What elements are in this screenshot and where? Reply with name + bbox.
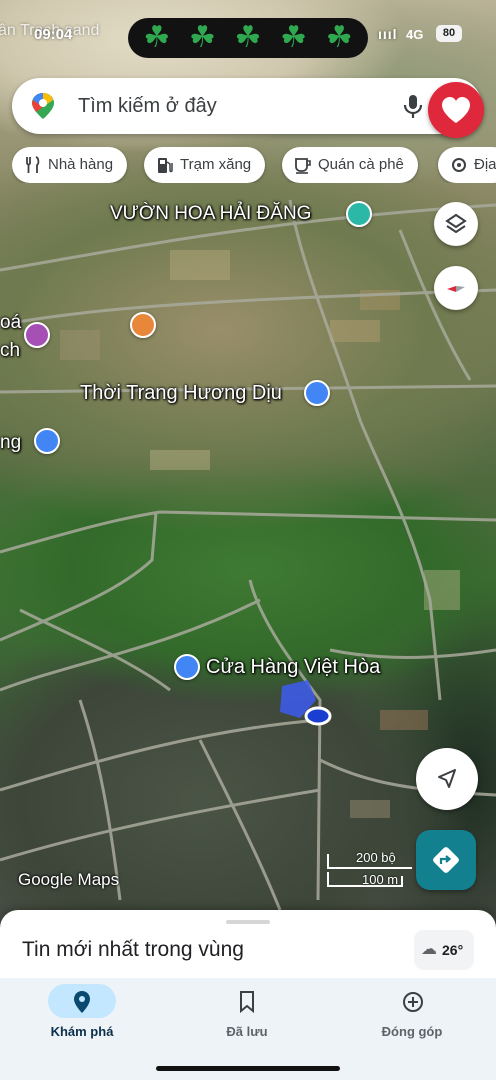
map-label-fashion-shop[interactable]: Thời Trang Hương Dịu xyxy=(80,382,282,405)
clover-sticker: ☘ ☘ ☘ ☘ ☘ xyxy=(128,18,368,58)
directions-icon xyxy=(433,847,459,873)
clover-icon: ☘ xyxy=(188,21,216,54)
layers-icon xyxy=(445,213,467,234)
flower-icon[interactable] xyxy=(346,201,372,227)
chip-label: Nhà hàng xyxy=(48,156,114,173)
nav-explore[interactable]: Khám phá xyxy=(12,978,152,1058)
microphone-icon[interactable] xyxy=(400,92,426,120)
bookmark-icon xyxy=(240,991,254,1014)
my-location-button[interactable] xyxy=(416,748,478,810)
nav-label: Đã lưu xyxy=(226,1024,268,1039)
temperature: 26° xyxy=(442,942,464,958)
weather-chip[interactable]: ☁ 26° xyxy=(414,930,474,970)
sheet-drag-handle[interactable] xyxy=(226,920,270,924)
coffee-cup-icon xyxy=(295,158,311,174)
chip-restaurants[interactable]: Nhà hàng xyxy=(12,147,128,183)
fork-knife-icon xyxy=(26,156,40,173)
clover-icon: ☘ xyxy=(234,21,262,54)
google-maps-watermark: Google Maps xyxy=(18,870,120,889)
clover-icon: ☘ xyxy=(143,21,171,54)
shop-pin-icon[interactable] xyxy=(24,322,50,348)
attraction-icon xyxy=(452,158,466,172)
clover-icon: ☘ xyxy=(280,21,308,54)
chip-label: Trạm xăng xyxy=(180,156,252,173)
network-type: 4G xyxy=(406,27,424,42)
chip-label: Quán cà phê xyxy=(318,156,404,173)
nav-saved[interactable]: Đã lưu xyxy=(177,978,317,1058)
search-bar[interactable]: Tìm kiếm ở đây xyxy=(12,78,482,134)
directions-button[interactable] xyxy=(416,830,476,890)
layers-button[interactable] xyxy=(434,202,478,246)
battery-icon: 80 xyxy=(436,25,462,42)
scale-bar: 200 bộ 100 m xyxy=(326,850,416,890)
shopping-bag-icon[interactable] xyxy=(304,380,330,406)
sheet-title: Tin mới nhất trong vùng xyxy=(22,938,244,961)
nav-contribute[interactable]: Đóng góp xyxy=(342,978,482,1058)
scale-imperial: 200 bộ xyxy=(356,850,396,865)
map-label-garden[interactable]: VƯỜN HOA HẢI ĐĂNG xyxy=(110,203,311,225)
signal-icon: ıııl xyxy=(378,26,398,42)
status-bar: ân Trạch sand 09:04 ☘ ☘ ☘ ☘ ☘ ıııl 4G 80 xyxy=(0,16,496,58)
compass-button[interactable] xyxy=(434,266,478,310)
map-label-partial: ch xyxy=(0,340,21,361)
map-label-viet-hoa-shop[interactable]: Cửa Hàng Việt Hòa xyxy=(206,656,380,679)
map-label-partial: oá xyxy=(0,312,22,333)
maps-pin-icon xyxy=(32,93,54,119)
map-label-partial: ng xyxy=(0,432,22,453)
compass-icon xyxy=(447,286,465,292)
bottom-navigation: Khám phá Đã lưu Đóng góp xyxy=(0,978,496,1080)
home-indicator[interactable] xyxy=(156,1066,340,1071)
heart-icon xyxy=(442,97,470,123)
chip-gas-stations[interactable]: Trạm xăng xyxy=(144,147,266,183)
favorite-button[interactable] xyxy=(428,82,484,138)
my-location-arrow-icon xyxy=(438,769,456,788)
status-time: 09:04 xyxy=(34,26,73,43)
gas-pump-icon xyxy=(158,158,173,173)
scale-metric: 100 m xyxy=(362,872,399,887)
chip-coffee[interactable]: Quán cà phê xyxy=(282,147,418,183)
chip-attractions[interactable]: Địa xyxy=(438,147,496,183)
cloud-rain-icon: ☁ xyxy=(421,941,437,958)
add-circle-icon xyxy=(403,992,423,1012)
category-chips: Nhà hàng Trạm xăng Quán cà phê Địa xyxy=(12,147,496,183)
chip-label: Địa xyxy=(474,156,496,173)
clover-icon: ☘ xyxy=(325,21,353,54)
nav-label: Đóng góp xyxy=(381,1024,443,1039)
search-input[interactable]: Tìm kiếm ở đây xyxy=(78,95,217,118)
nav-label: Khám phá xyxy=(50,1024,114,1039)
camera-shop-icon[interactable] xyxy=(130,312,156,338)
shopping-bag-icon[interactable] xyxy=(34,428,60,454)
shopping-bag-icon[interactable] xyxy=(174,654,200,680)
location-pin-icon xyxy=(74,991,90,1013)
